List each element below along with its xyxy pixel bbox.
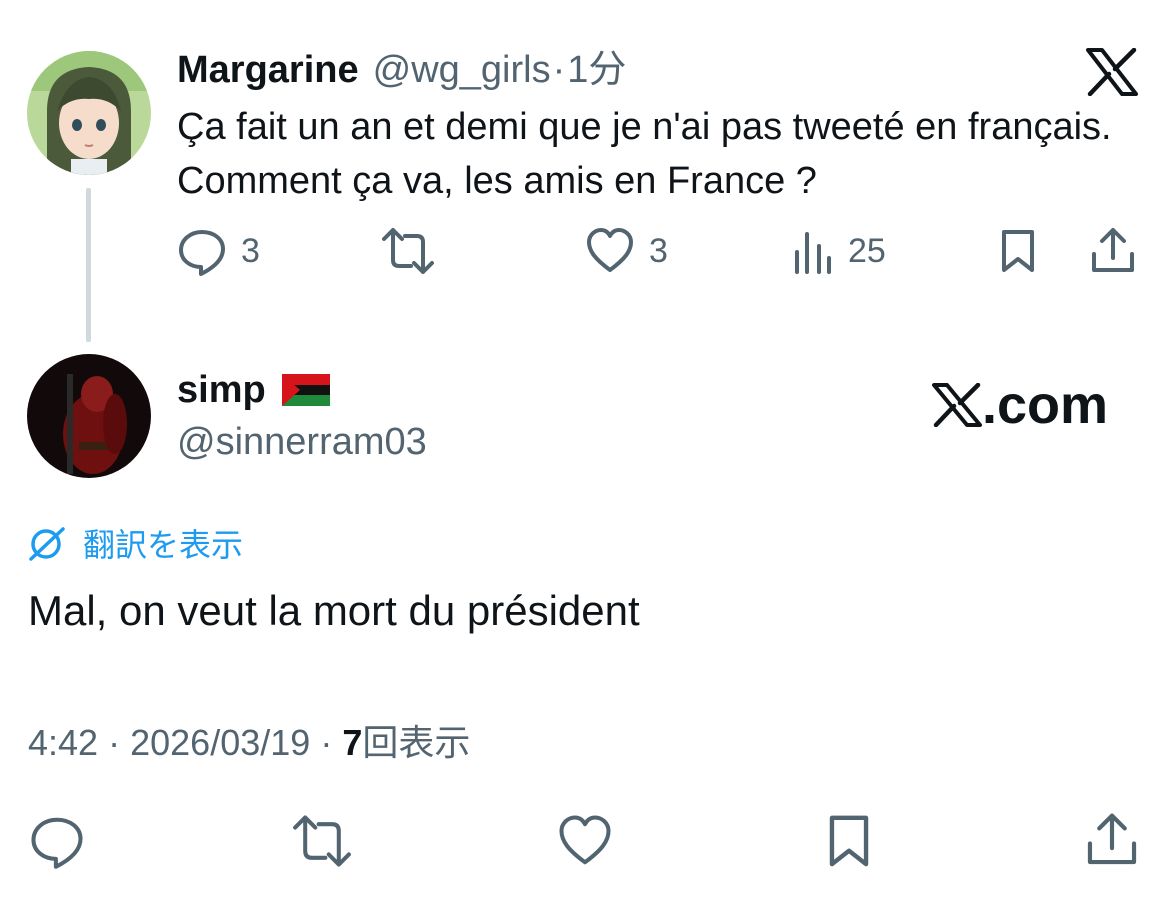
meta-separator: ·	[320, 722, 333, 763]
tweet-views-count: 7	[342, 722, 363, 763]
translate-label: 翻訳を表示	[83, 527, 244, 563]
retweet-icon	[382, 228, 434, 274]
views-count: 25	[848, 231, 886, 270]
reply-button[interactable]	[28, 813, 86, 869]
thread-line	[86, 188, 91, 342]
like-button[interactable]: 3	[585, 226, 668, 276]
reply-count: 3	[241, 231, 260, 270]
share-button[interactable]	[1090, 226, 1136, 276]
bookmark-button[interactable]	[998, 228, 1038, 274]
tweet-views-label: 回表示	[362, 722, 471, 763]
share-button[interactable]	[1084, 811, 1140, 869]
red-black-green-flag-icon	[281, 374, 330, 406]
tweet-date[interactable]: 2026/03/19	[130, 722, 310, 763]
x-com-suffix: .com	[982, 375, 1109, 435]
reply-display-name-row: simp	[177, 367, 330, 413]
x-com-watermark: .com	[932, 374, 1108, 436]
reply-button[interactable]: 3	[177, 226, 260, 276]
avatar[interactable]	[27, 354, 151, 478]
parent-tweet-header: Margarine @wg_girls·1分	[177, 47, 626, 93]
reply-display-name[interactable]: simp	[177, 367, 266, 413]
reply-icon	[31, 817, 83, 869]
reply-icon	[179, 230, 225, 276]
translate-globe-icon	[29, 527, 65, 561]
tweet-meta: 4:42 · 2026/03/19 · 7回表示	[28, 720, 470, 766]
parent-display-name[interactable]: Margarine	[177, 49, 359, 91]
bookmark-icon	[1002, 230, 1034, 272]
bookmark-icon	[829, 815, 869, 867]
tweet-time[interactable]: 4:42	[28, 722, 98, 763]
heart-icon	[587, 228, 633, 272]
heart-icon	[559, 815, 611, 865]
reply-handle[interactable]: @sinnerram03	[177, 419, 427, 465]
bookmark-button[interactable]	[824, 813, 874, 869]
anime-girl-avatar-icon	[27, 51, 151, 175]
parent-handle[interactable]: @wg_girls	[373, 49, 551, 91]
header-separator: ·	[552, 49, 566, 91]
show-translation-link[interactable]: 翻訳を表示	[27, 520, 243, 566]
like-count: 3	[649, 231, 668, 270]
parent-tweet-text: Ça fait un an et demi que je n'ai pas tw…	[177, 106, 1112, 202]
views-chart-icon	[795, 232, 831, 274]
share-icon	[1087, 813, 1137, 865]
parent-timestamp[interactable]: 1分	[567, 49, 626, 91]
x-logo-icon	[932, 383, 982, 427]
views-button[interactable]: 25	[792, 226, 886, 276]
share-icon	[1092, 228, 1134, 272]
reply-tweet-text: Mal, on veut la mort du président	[28, 587, 640, 634]
x-logo-icon	[1086, 48, 1138, 96]
like-button[interactable]	[555, 813, 615, 869]
retweet-button[interactable]	[290, 813, 354, 869]
retweet-button[interactable]	[381, 226, 435, 276]
retweet-icon	[293, 815, 351, 867]
avatar[interactable]	[27, 51, 151, 175]
dark-red-figure-avatar-icon	[27, 354, 151, 478]
meta-separator: ·	[108, 722, 121, 763]
